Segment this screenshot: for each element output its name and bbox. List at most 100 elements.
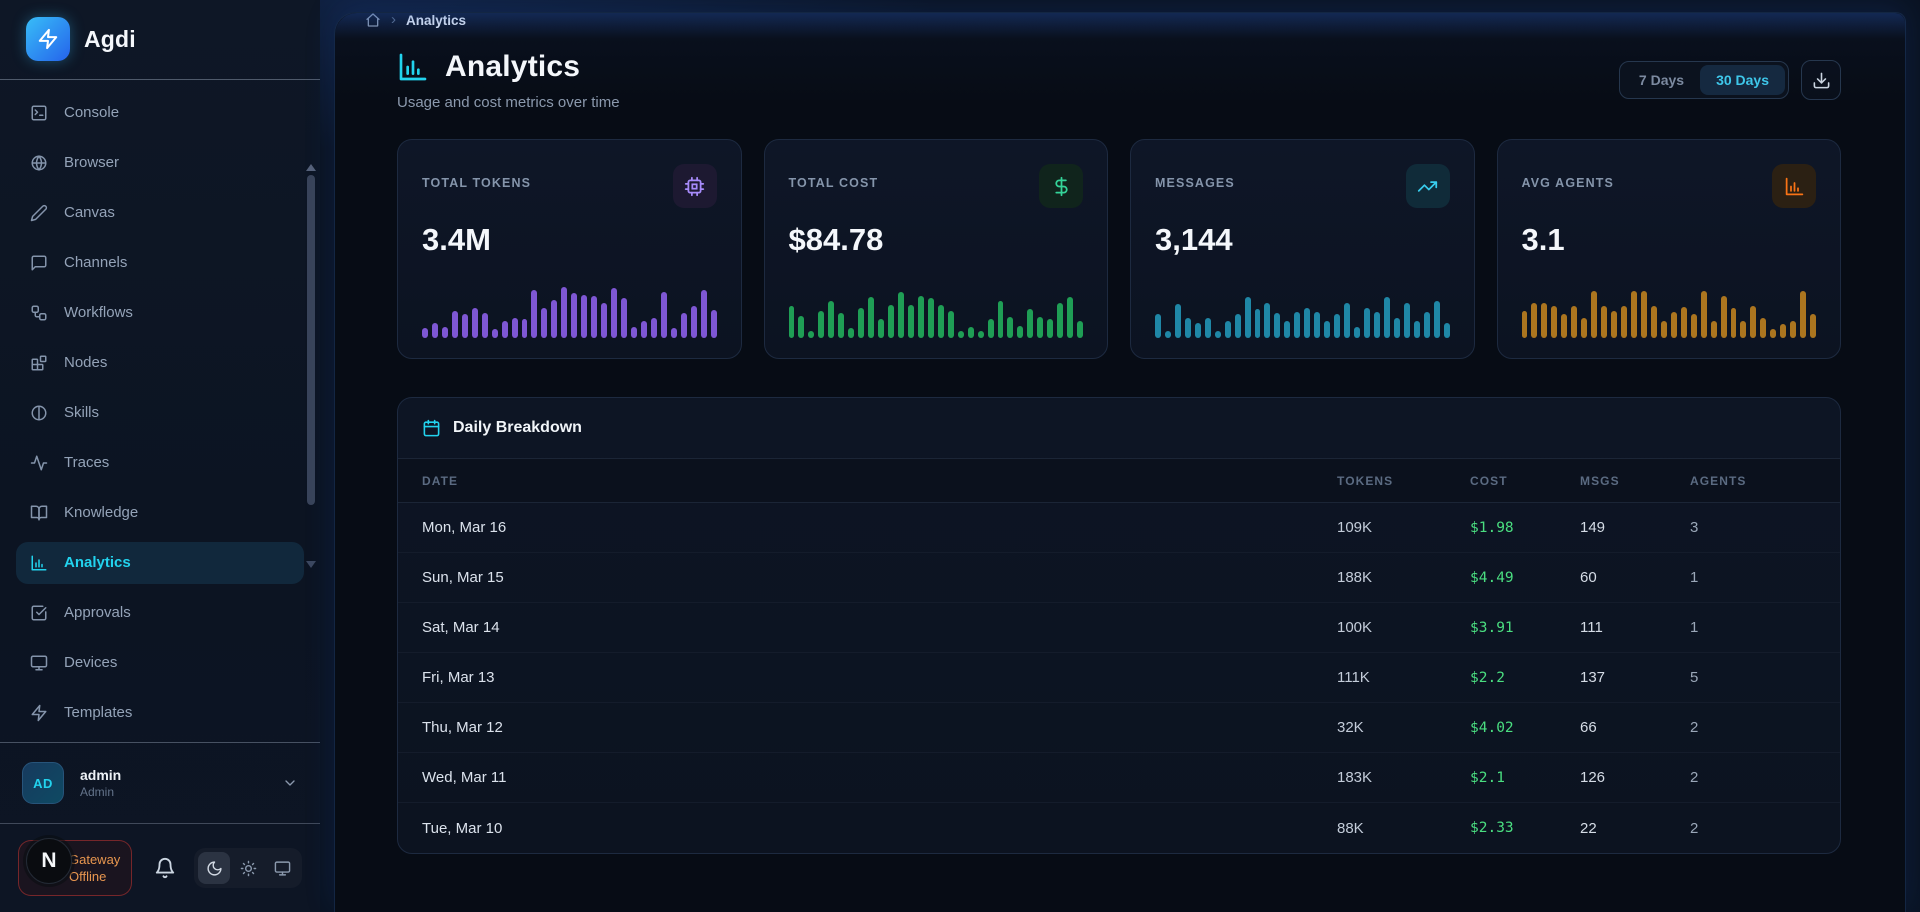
spark-bar (641, 321, 647, 338)
spark-bar (1364, 308, 1370, 338)
spark-bar (651, 318, 657, 338)
dollar-icon (1039, 164, 1083, 208)
spark-bar (1225, 321, 1231, 338)
spark-bar (1047, 319, 1053, 338)
sidebar-item-traces[interactable]: Traces (16, 442, 304, 484)
spark-bar (472, 308, 478, 338)
spark-bar (1067, 297, 1073, 338)
spark-bar (1314, 312, 1320, 338)
sidebar-item-channels[interactable]: Channels (16, 242, 304, 284)
sidebar-item-workflows[interactable]: Workflows (16, 292, 304, 334)
theme-system-button[interactable] (266, 852, 298, 884)
spark-bar (1175, 304, 1181, 338)
spark-bar (1165, 331, 1171, 338)
spark-bar (1760, 318, 1766, 338)
spark-bar (1264, 303, 1270, 338)
sidebar-item-label: Knowledge (64, 504, 138, 521)
sidebar-item-analytics[interactable]: Analytics (16, 542, 304, 584)
monitor-icon (30, 654, 48, 672)
spark-bar (1611, 311, 1617, 338)
table-title: Daily Breakdown (453, 419, 582, 437)
theme-toggle-group (194, 848, 302, 888)
theme-dark-button[interactable] (198, 852, 230, 884)
table-row: Wed, Mar 11183K$2.11262 (398, 753, 1840, 803)
sidebar-item-knowledge[interactable]: Knowledge (16, 492, 304, 534)
spark-bar (1810, 314, 1816, 338)
notifications-button[interactable] (154, 857, 176, 879)
spark-bar (1185, 318, 1191, 338)
spark-bar (838, 313, 844, 338)
scroll-down-arrow-icon[interactable] (306, 561, 316, 568)
spark-bar (1414, 321, 1420, 338)
sidebar-item-approvals[interactable]: Approvals (16, 592, 304, 634)
spark-bar (561, 287, 567, 338)
sidebar-item-devices[interactable]: Devices (16, 642, 304, 684)
sidebar-item-skills[interactable]: Skills (16, 392, 304, 434)
stat-label: TOTAL TOKENS (422, 176, 531, 190)
page-title: Analytics (445, 50, 580, 84)
sparkline-tokens (422, 276, 717, 338)
scroll-up-arrow-icon[interactable] (306, 164, 316, 171)
table-row: Sat, Mar 14100K$3.911111 (398, 603, 1840, 653)
spark-bar (1374, 312, 1380, 338)
spark-bar (492, 329, 498, 338)
spark-bar (1561, 314, 1567, 338)
terminal-icon (30, 104, 48, 122)
theme-light-button[interactable] (232, 852, 264, 884)
workflow-icon (30, 304, 48, 322)
spark-bar (1541, 303, 1547, 338)
spark-bar (888, 305, 894, 338)
home-icon[interactable] (365, 12, 381, 28)
cell-agents: 1 (1690, 619, 1816, 636)
sidebar-item-templates[interactable]: Templates (16, 692, 304, 734)
spark-bar (1661, 321, 1667, 338)
sidebar-item-browser[interactable]: Browser (16, 142, 304, 184)
sidebar-item-canvas[interactable]: Canvas (16, 192, 304, 234)
scrollbar-thumb[interactable] (307, 175, 315, 505)
gateway-status-line2: Offline (69, 868, 131, 885)
spark-bar (1077, 321, 1083, 338)
spark-bar (1701, 291, 1707, 338)
table-header-row: DATE TOKENS COST MSGS AGENTS (398, 458, 1840, 503)
trending-up-icon (1406, 164, 1450, 208)
cell-msgs: 60 (1580, 569, 1690, 586)
cell-date: Sat, Mar 14 (422, 619, 1337, 636)
cell-msgs: 149 (1580, 519, 1690, 536)
cell-tokens: 188K (1337, 569, 1470, 586)
cpu-icon (673, 164, 717, 208)
cell-date: Mon, Mar 16 (422, 519, 1337, 536)
brand-name: Agdi (84, 26, 136, 53)
check-square-icon (30, 604, 48, 622)
cell-date: Thu, Mar 12 (422, 719, 1337, 736)
sidebar-nav: Console Browser Canvas Channels Workflow… (0, 80, 320, 742)
cell-agents: 1 (1690, 569, 1816, 586)
spark-bar (701, 290, 707, 338)
spark-bar (948, 311, 954, 338)
sidebar-item-nodes[interactable]: Nodes (16, 342, 304, 384)
spark-bar (918, 296, 924, 338)
cell-tokens: 109K (1337, 519, 1470, 536)
breadcrumb-current: Analytics (406, 13, 466, 28)
sidebar-item-console[interactable]: Console (16, 92, 304, 134)
spark-bar (1434, 301, 1440, 338)
spark-bar (502, 321, 508, 338)
cell-date: Wed, Mar 11 (422, 769, 1337, 786)
spark-bar (789, 306, 795, 338)
spark-bar (1394, 318, 1400, 338)
cell-date: Fri, Mar 13 (422, 669, 1337, 686)
range-30days-button[interactable]: 30 Days (1700, 65, 1785, 95)
sidebar-item-label: Analytics (64, 554, 131, 571)
stat-card-total-tokens: TOTAL TOKENS 3.4M (397, 139, 742, 359)
spark-bar (1601, 306, 1607, 338)
user-menu[interactable]: AD admin Admin (0, 742, 320, 824)
sidebar: Agdi Console Browser Canvas Channels Wor… (0, 0, 320, 912)
spark-bar (1621, 306, 1627, 338)
sidebar-item-label: Devices (64, 654, 117, 671)
cell-tokens: 183K (1337, 769, 1470, 786)
spark-bar (551, 300, 557, 338)
export-button[interactable] (1801, 60, 1841, 100)
monitor-icon (274, 860, 291, 877)
cell-msgs: 66 (1580, 719, 1690, 736)
spark-bar (512, 318, 518, 338)
range-7days-button[interactable]: 7 Days (1623, 65, 1700, 95)
